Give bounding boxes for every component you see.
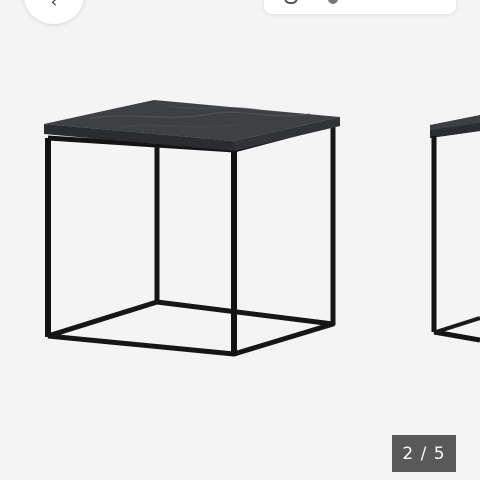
product-image[interactable] [0,0,480,480]
counter-current: 2 [402,443,415,464]
action-label-fragment [328,0,338,4]
action-icon [284,0,298,4]
side-table-main [44,100,340,357]
product-image-viewer[interactable]: ‹ 2 / 5 [0,0,480,480]
side-table-partial [430,115,480,343]
chevron-left-icon: ‹ [50,0,58,11]
image-counter: 2 / 5 [392,435,456,472]
counter-total: 5 [433,443,446,464]
top-action-pill[interactable] [264,0,456,14]
counter-separator: / [420,443,428,464]
